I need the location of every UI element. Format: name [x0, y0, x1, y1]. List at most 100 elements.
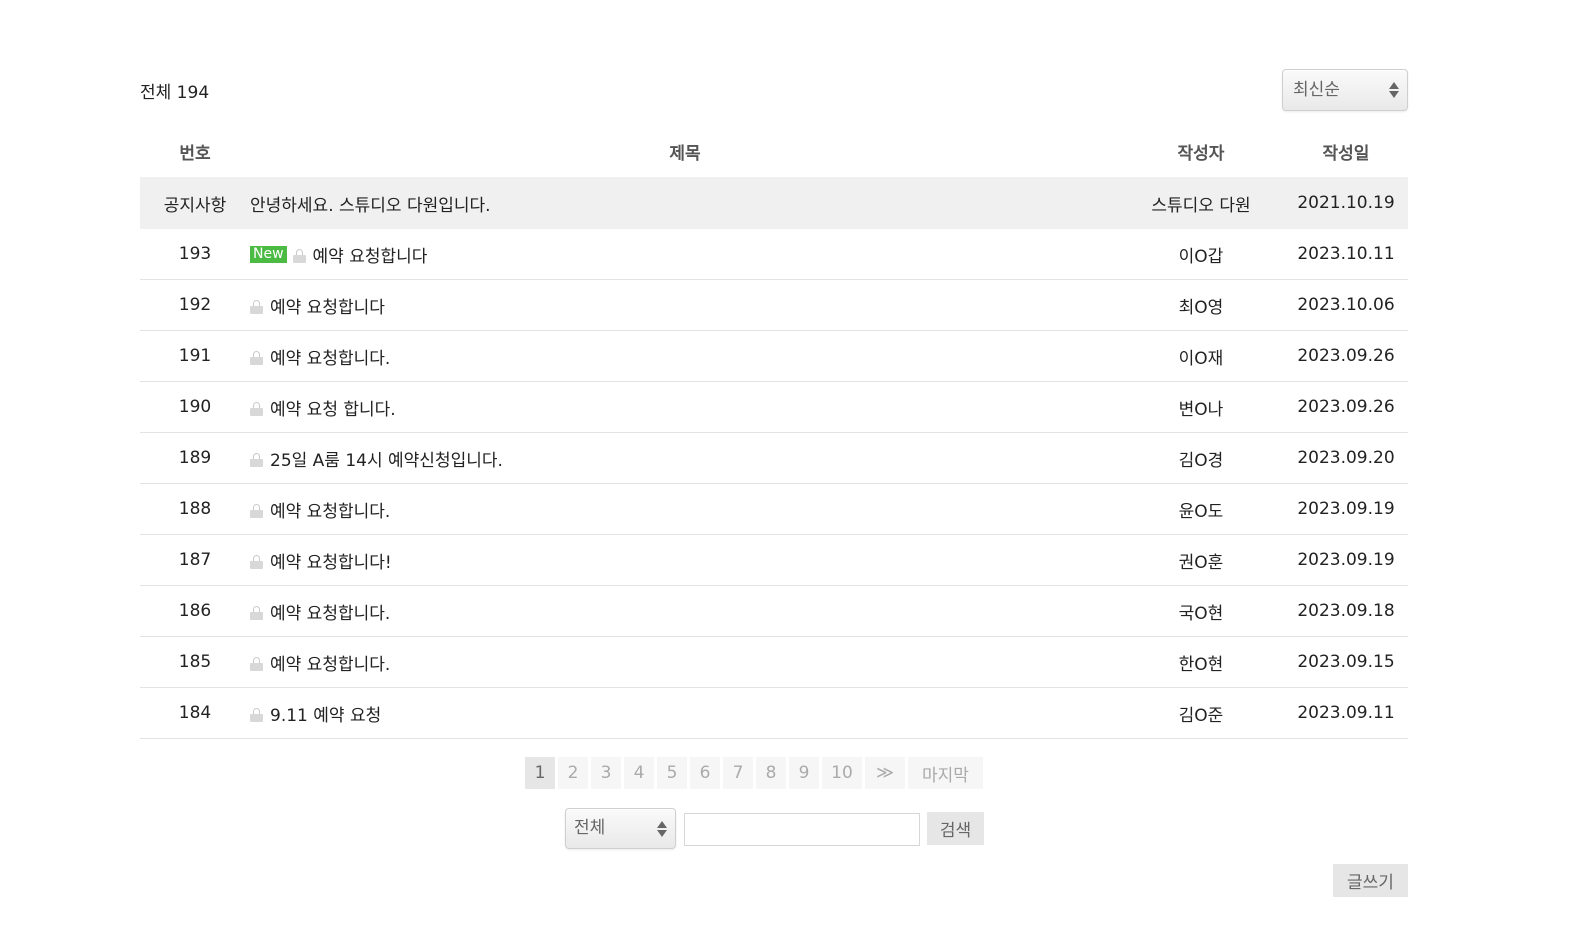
post-title-link[interactable]: 예약 요청합니다. — [270, 650, 390, 675]
notice-title-link[interactable]: 안녕하세요. 스튜디오 다원입니다. — [250, 177, 1120, 229]
post-title-link[interactable]: 예약 요청합니다 — [270, 293, 385, 318]
post-title-cell[interactable]: 예약 요청합니다. — [250, 484, 1120, 534]
table-header: 번호 제목 작성자 작성일 — [140, 125, 1408, 177]
post-date: 2023.10.11 — [1297, 244, 1395, 264]
post-date: 2023.09.19 — [1297, 499, 1395, 519]
notice-author: 스튜디오 다원 — [1151, 195, 1251, 216]
post-title-link[interactable]: 25일 A룸 14시 예약신청입니다. — [270, 446, 503, 471]
write-button[interactable]: 글쓰기 — [1333, 864, 1408, 897]
header-author: 작성자 — [1177, 143, 1225, 164]
post-number: 189 — [178, 448, 212, 468]
search-input[interactable] — [684, 813, 920, 846]
page-link-10[interactable]: 10 — [822, 757, 862, 789]
post-title-cell[interactable]: 예약 요청합니다 — [250, 280, 1120, 330]
lock-icon — [250, 657, 263, 671]
post-title-link[interactable]: 예약 요청합니다 — [313, 242, 428, 267]
post-date: 2023.09.18 — [1297, 601, 1395, 621]
header-number: 번호 — [179, 143, 211, 164]
new-badge: New — [250, 245, 287, 263]
total-count: 전체 194 — [140, 83, 210, 103]
post-date: 2023.09.19 — [1297, 550, 1395, 570]
post-title-link[interactable]: 예약 요청합니다. — [270, 344, 390, 369]
header-date: 작성일 — [1322, 143, 1370, 164]
post-author: 최O영 — [1178, 297, 1224, 318]
post-number: 193 — [178, 244, 212, 264]
post-title-link[interactable]: 예약 요청 합니다. — [270, 395, 396, 420]
page-link-6[interactable]: 6 — [690, 757, 720, 789]
last-page-button[interactable]: 마지막 — [908, 757, 983, 789]
table-row[interactable]: 192 예약 요청합니다 최O영 2023.10.06 — [140, 280, 1408, 331]
post-title-link[interactable]: 예약 요청합니다. — [270, 497, 390, 522]
search-scope-select[interactable]: 전체 — [565, 808, 676, 849]
post-title-cell[interactable]: 예약 요청합니다! — [250, 535, 1120, 585]
post-number: 185 — [178, 652, 212, 672]
table-row[interactable]: 187 예약 요청합니다! 권O훈 2023.09.19 — [140, 535, 1408, 586]
sort-select[interactable]: 최신순 — [1282, 69, 1408, 111]
lock-icon — [250, 555, 263, 569]
page-link-5[interactable]: 5 — [657, 757, 687, 789]
post-list: 공지사항 안녕하세요. 스튜디오 다원입니다. 스튜디오 다원 2021.10.… — [140, 177, 1408, 739]
post-number: 184 — [178, 703, 212, 723]
post-title-cell[interactable]: 9.11 예약 요청 — [250, 688, 1120, 738]
select-arrows-icon — [1389, 81, 1399, 99]
page-link-4[interactable]: 4 — [624, 757, 654, 789]
post-author: 한O현 — [1178, 654, 1224, 675]
table-row[interactable]: 189 25일 A룸 14시 예약신청입니다. 김O경 2023.09.20 — [140, 433, 1408, 484]
page-link-2[interactable]: 2 — [558, 757, 588, 789]
sort-select-value: 최신순 — [1293, 80, 1340, 100]
post-title-cell[interactable]: 25일 A룸 14시 예약신청입니다. — [250, 433, 1120, 483]
lock-icon — [250, 606, 263, 620]
table-row[interactable]: 188 예약 요청합니다. 윤O도 2023.09.19 — [140, 484, 1408, 535]
page-link-8[interactable]: 8 — [756, 757, 786, 789]
post-author: 김O준 — [1178, 705, 1224, 726]
post-number: 192 — [178, 295, 212, 315]
page-link-7[interactable]: 7 — [723, 757, 753, 789]
post-number: 190 — [178, 397, 212, 417]
post-date: 2023.09.26 — [1297, 346, 1395, 366]
lock-icon — [250, 708, 263, 722]
lock-icon — [250, 453, 263, 467]
post-author: 변O나 — [1178, 399, 1224, 420]
post-title-link[interactable]: 예약 요청합니다. — [270, 599, 390, 624]
post-number: 188 — [178, 499, 212, 519]
post-date: 2023.09.20 — [1297, 448, 1395, 468]
post-title-cell[interactable]: 예약 요청합니다. — [250, 586, 1120, 636]
next-pages-button[interactable]: ≫ — [865, 757, 905, 789]
post-author: 김O경 — [1178, 450, 1224, 471]
post-title-cell[interactable]: 예약 요청합니다. — [250, 331, 1120, 381]
notice-date: 2021.10.19 — [1297, 193, 1395, 213]
post-title-cell[interactable]: 예약 요청 합니다. — [250, 382, 1120, 432]
table-row[interactable]: 193 New 예약 요청합니다 이O갑 2023.10.11 — [140, 229, 1408, 280]
post-number: 191 — [178, 346, 212, 366]
post-author: 윤O도 — [1178, 501, 1224, 522]
table-row[interactable]: 185 예약 요청합니다. 한O현 2023.09.15 — [140, 637, 1408, 688]
page-link-1[interactable]: 1 — [525, 757, 555, 789]
search-button[interactable]: 검색 — [927, 812, 984, 845]
post-title-cell[interactable]: New 예약 요청합니다 — [250, 229, 1120, 279]
notice-label: 공지사항 — [163, 195, 227, 216]
table-row[interactable]: 186 예약 요청합니다. 국O현 2023.09.18 — [140, 586, 1408, 637]
select-arrows-icon — [657, 820, 667, 838]
lock-icon — [250, 351, 263, 365]
notice-row[interactable]: 공지사항 안녕하세요. 스튜디오 다원입니다. 스튜디오 다원 2021.10.… — [140, 177, 1408, 229]
post-number: 186 — [178, 601, 212, 621]
post-number: 187 — [178, 550, 212, 570]
post-author: 권O훈 — [1178, 552, 1224, 573]
table-row[interactable]: 190 예약 요청 합니다. 변O나 2023.09.26 — [140, 382, 1408, 433]
table-row[interactable]: 191 예약 요청합니다. 이O재 2023.09.26 — [140, 331, 1408, 382]
post-title-link[interactable]: 9.11 예약 요청 — [270, 701, 381, 726]
lock-icon — [250, 402, 263, 416]
search-scope-value: 전체 — [574, 818, 606, 838]
post-author: 이O갑 — [1178, 246, 1224, 267]
post-title-link[interactable]: 예약 요청합니다! — [270, 548, 392, 573]
lock-icon — [292, 249, 306, 263]
header-title: 제목 — [669, 143, 701, 164]
post-date: 2023.10.06 — [1297, 295, 1395, 315]
post-title-cell[interactable]: 예약 요청합니다. — [250, 637, 1120, 687]
lock-icon — [250, 504, 263, 518]
page-link-9[interactable]: 9 — [789, 757, 819, 789]
post-date: 2023.09.26 — [1297, 397, 1395, 417]
page-link-3[interactable]: 3 — [591, 757, 621, 789]
pagination: 1 2 3 4 5 6 7 8 9 10 ≫ 마지막 — [525, 757, 983, 789]
table-row[interactable]: 184 9.11 예약 요청 김O준 2023.09.11 — [140, 688, 1408, 739]
